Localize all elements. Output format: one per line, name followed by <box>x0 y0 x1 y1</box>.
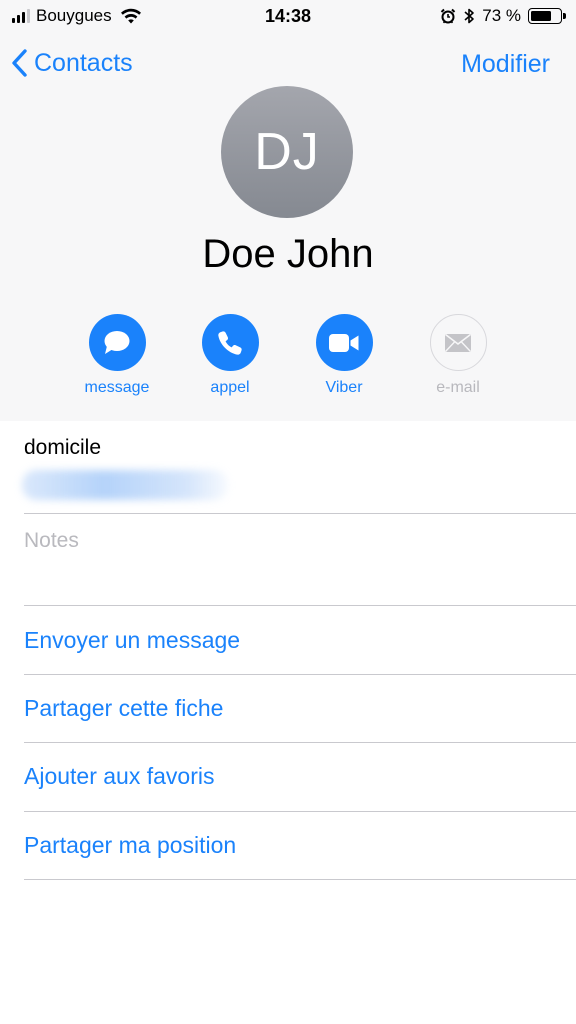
status-right: 73 % <box>440 6 566 26</box>
notes-field[interactable]: Notes <box>24 529 79 553</box>
contact-header: Bouygues 14:38 73 % Contacts Modifier DJ… <box>0 0 576 421</box>
phone-label: domicile <box>24 436 102 459</box>
share-location-button[interactable]: Partager ma position <box>24 832 236 859</box>
contact-name: Doe John <box>202 232 374 276</box>
add-to-favorites-button[interactable]: Ajouter aux favoris <box>24 763 214 790</box>
viber-action-button[interactable]: Viber <box>289 314 399 397</box>
alarm-icon <box>441 8 456 24</box>
viber-action-label: Viber <box>325 379 363 396</box>
phone-number-redacted[interactable] <box>22 470 228 500</box>
divider <box>24 513 576 514</box>
contact-detail-screen: Bouygues 14:38 73 % Contacts Modifier DJ… <box>0 0 576 1024</box>
divider <box>24 879 576 880</box>
phone-icon <box>218 330 242 355</box>
status-bar: Bouygues 14:38 73 % <box>0 0 576 34</box>
video-camera-icon <box>329 333 359 352</box>
divider <box>24 674 576 675</box>
envelope-icon <box>444 333 472 352</box>
email-action-button[interactable]: e-mail <box>403 314 513 397</box>
message-action-label: message <box>84 379 150 396</box>
back-button[interactable]: Contacts <box>10 48 133 78</box>
chevron-left-icon <box>12 49 27 77</box>
message-bubble-icon <box>104 330 130 354</box>
bluetooth-icon <box>464 8 475 24</box>
send-message-button[interactable]: Envoyer un message <box>24 627 240 654</box>
email-action-label: e-mail <box>436 379 480 396</box>
call-action-label: appel <box>210 379 250 396</box>
battery-percent: 73 % <box>482 6 521 25</box>
avatar: DJ <box>221 86 353 218</box>
edit-button[interactable]: Modifier <box>461 50 550 79</box>
back-button-label: Contacts <box>34 48 133 77</box>
call-action-button[interactable]: appel <box>175 314 285 397</box>
battery-icon <box>528 8 566 24</box>
share-contact-button[interactable]: Partager cette fiche <box>24 695 223 722</box>
message-action-button[interactable]: message <box>62 314 172 397</box>
avatar-initials: DJ <box>254 123 320 181</box>
divider <box>24 811 576 812</box>
divider <box>24 742 576 743</box>
divider <box>24 605 576 606</box>
